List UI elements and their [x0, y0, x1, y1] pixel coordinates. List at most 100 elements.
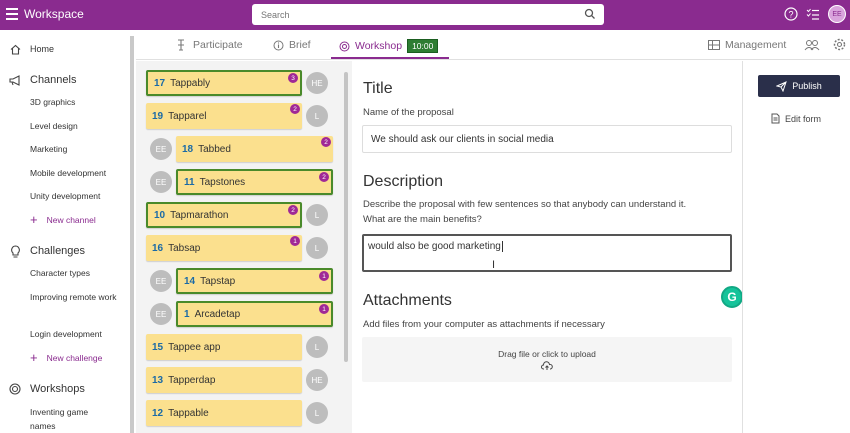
sidebar-section-label: Workshops: [30, 383, 85, 395]
idea-card[interactable]: 18 Tabbed 2: [176, 136, 333, 162]
sidebar-section-channels[interactable]: Channels: [0, 73, 76, 87]
upload-icon: [541, 361, 553, 370]
tab-bar: Participate Brief Workshop 10:00 Managem…: [136, 30, 850, 60]
tasks-icon[interactable]: [806, 7, 820, 21]
tab-brief[interactable]: Brief: [273, 39, 311, 51]
idea-card[interactable]: 10 Tapmarathon 2: [146, 202, 302, 228]
idea-card[interactable]: 1 Arcadetap 1: [176, 301, 333, 327]
idea-card[interactable]: 12 Tappable: [146, 400, 302, 426]
sidebar-item-unity-development[interactable]: Unity development: [30, 189, 100, 203]
vote-count-badge: 1: [319, 304, 329, 314]
home-icon: [8, 42, 22, 56]
vote-count-badge: 1: [290, 236, 300, 246]
sidebar-section-workshops[interactable]: Workshops: [0, 382, 85, 396]
sidebar-item-inventing-game-names[interactable]: Inventing game names: [30, 405, 110, 433]
sidebar-item-3d-graphics[interactable]: 3D graphics: [30, 95, 75, 109]
author-avatar: EE: [150, 270, 172, 292]
help-icon[interactable]: ?: [784, 7, 798, 21]
idea-name: Tabbed: [198, 143, 231, 155]
edit-form-button[interactable]: Edit form: [771, 113, 821, 124]
search-icon[interactable]: [584, 8, 596, 20]
description-heading: Description: [363, 173, 444, 190]
idea-number: 18: [182, 143, 194, 155]
idea-name: Tapstap: [200, 275, 236, 287]
search-input[interactable]: [261, 9, 571, 20]
title-field[interactable]: We should ask our clients in social medi…: [362, 125, 732, 153]
settings-icon[interactable]: [833, 38, 846, 51]
participate-icon: [178, 39, 184, 51]
sidebar-item-home[interactable]: Home: [0, 42, 54, 56]
vote-count-badge: 2: [321, 137, 331, 147]
idea-card[interactable]: 16 Tabsap 1: [146, 235, 302, 261]
sidebar-item-label: Home: [30, 44, 55, 54]
description-value: would also be good marketing: [368, 241, 501, 252]
send-icon: [776, 80, 788, 92]
new-channel-button[interactable]: + New channel: [30, 212, 96, 227]
idea-name: Tappee app: [168, 341, 221, 353]
attachments-label: Add files from your computer as attachme…: [363, 319, 605, 330]
vote-count-badge: 2: [319, 172, 329, 182]
lightbulb-icon: [8, 244, 22, 258]
search-box[interactable]: [252, 4, 604, 25]
megaphone-icon: [8, 73, 22, 87]
tab-participate[interactable]: Participate: [176, 39, 243, 51]
idea-card[interactable]: 14 Tapstap 1: [176, 268, 333, 294]
tab-workshop[interactable]: Workshop 10:00: [339, 39, 439, 53]
sidebar-item-character-types[interactable]: Character types: [30, 266, 90, 280]
sidebar: Home Channels 3D graphics Level design M…: [0, 30, 134, 433]
idea-number: 17: [154, 77, 166, 89]
author-avatar: L: [306, 105, 328, 127]
idea-card[interactable]: 11 Tapstones 2: [176, 169, 333, 195]
info-icon: [273, 40, 284, 50]
sidebar-item-login-development[interactable]: Login development: [30, 327, 102, 341]
description-field[interactable]: would also be good marketing: [362, 234, 732, 272]
workshop-icon: [339, 41, 350, 51]
idea-name: Tapparel: [168, 110, 207, 122]
idea-card[interactable]: 19 Tapparel 2: [146, 103, 302, 129]
vote-count-badge: 2: [288, 205, 298, 215]
sidebar-item-mobile-development[interactable]: Mobile development: [30, 166, 106, 180]
svg-text:?: ?: [788, 10, 793, 20]
idea-name: Tapperdap: [168, 374, 216, 386]
sidebar-scrollbar[interactable]: [130, 36, 134, 433]
sidebar-item-improving-remote-work[interactable]: Improving remote work: [30, 290, 120, 304]
tab-label: Management: [725, 39, 787, 51]
active-tab-indicator: [331, 57, 449, 59]
author-avatar: L: [306, 237, 328, 259]
author-avatar: HE: [306, 369, 328, 391]
menu-icon[interactable]: [6, 8, 18, 20]
idea-card[interactable]: 13 Tapperdap: [146, 367, 302, 393]
sidebar-section-challenges[interactable]: Challenges: [0, 244, 85, 258]
publish-button[interactable]: Publish: [758, 75, 840, 97]
proposal-form: Title Name of the proposal We should ask…: [352, 61, 742, 433]
edit-form-label: Edit form: [785, 113, 822, 124]
idea-number: 12: [152, 407, 164, 419]
tab-management[interactable]: Management: [708, 39, 786, 51]
file-dropzone[interactable]: Drag file or click to upload: [362, 337, 732, 382]
sidebar-item-level-design[interactable]: Level design: [30, 119, 78, 133]
idea-name: Arcadetap: [194, 308, 241, 320]
idea-name: Tabsap: [168, 242, 201, 254]
idea-number: 11: [184, 176, 195, 188]
description-label: Describe the proposal with few sentences…: [363, 199, 687, 210]
right-panel-divider: [742, 61, 743, 433]
idea-number: 10: [154, 209, 166, 221]
new-challenge-label: New challenge: [46, 352, 103, 363]
author-avatar: EE: [150, 303, 172, 325]
idea-card[interactable]: 17 Tappably 3: [146, 70, 302, 96]
title-heading: Title: [363, 80, 393, 97]
author-avatar: HE: [306, 72, 328, 94]
idea-card[interactable]: 15 Tappee app: [146, 334, 302, 360]
timer-badge: 10:00: [407, 39, 439, 53]
new-challenge-button[interactable]: + New challenge: [30, 350, 102, 365]
idea-list-scrollbar[interactable]: [344, 72, 348, 362]
plus-icon: +: [30, 212, 38, 227]
user-avatar[interactable]: EE: [828, 5, 846, 23]
idea-number: 13: [152, 374, 164, 386]
sidebar-item-marketing[interactable]: Marketing: [30, 142, 67, 156]
grammarly-icon[interactable]: G: [721, 286, 743, 308]
author-avatar: L: [306, 336, 328, 358]
idea-number: 15: [152, 341, 164, 353]
author-avatar: L: [306, 204, 328, 226]
participants-icon[interactable]: [804, 39, 820, 51]
